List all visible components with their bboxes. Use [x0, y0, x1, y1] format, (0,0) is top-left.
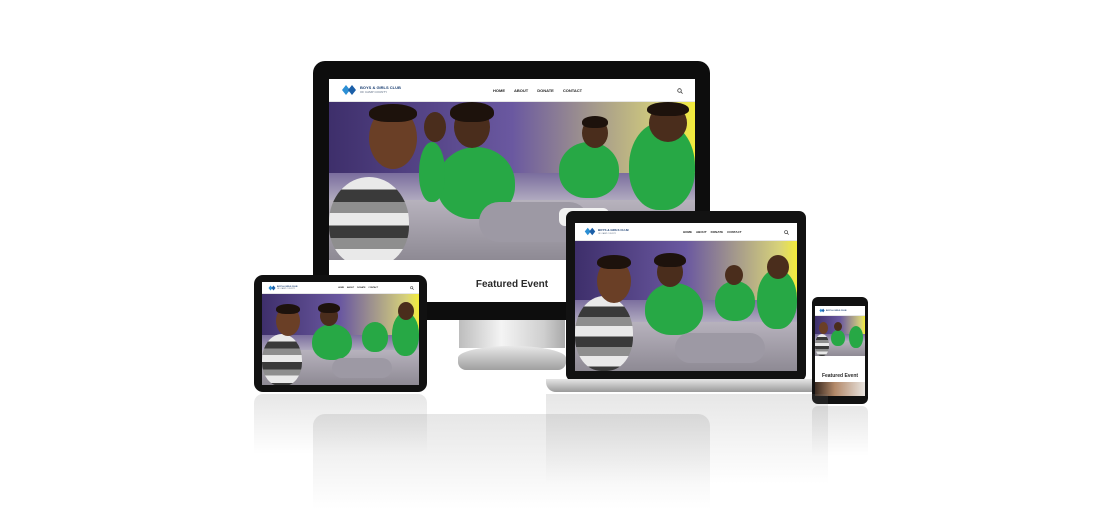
nav-about[interactable]: ABOUT [347, 287, 354, 289]
laptop-menu: HOME ABOUT DONATE CONTACT [683, 230, 742, 234]
laptop-reflection [546, 394, 828, 484]
laptop-base [546, 379, 828, 392]
nav-home[interactable]: HOME [338, 287, 344, 289]
logo-subtitle: OF CAMP COUNTY [277, 287, 296, 290]
featured-heading: Featured Event [475, 279, 549, 290]
nav-home[interactable]: HOME [683, 230, 692, 234]
tablet-logo[interactable]: BOYS & GIRLS CLUB OF CAMP COUNTY [268, 285, 297, 291]
laptop-navbar: BOYS & GIRLS CLUB OF CAMP COUNTY HOME AB… [575, 223, 797, 241]
phone-screen: BOYS & GIRLS CLUB Featured Event [815, 306, 865, 396]
logo-title: BOYS & GIRLS CLUB [598, 227, 629, 232]
nav-donate[interactable]: DONATE [357, 287, 365, 289]
club-logo-icon [819, 308, 825, 313]
tablet-menu: HOME ABOUT DONATE CONTACT [338, 287, 378, 289]
monitor-neck [459, 320, 565, 348]
nav-about[interactable]: ABOUT [696, 230, 707, 234]
phone-hero-photo [815, 316, 865, 356]
phone: BOYS & GIRLS CLUB Featured Event [812, 297, 868, 404]
phone-featured-section: Featured Event [815, 356, 865, 382]
nav-contact[interactable]: CONTACT [727, 230, 741, 234]
nav-contact[interactable]: CONTACT [563, 88, 582, 93]
nav-donate[interactable]: DONATE [711, 230, 723, 234]
monitor-base [458, 346, 566, 370]
laptop-lid: BOYS & GIRLS CLUB OF CAMP COUNTY HOME AB… [566, 211, 806, 381]
search-icon[interactable] [677, 88, 683, 94]
laptop-screen: BOYS & GIRLS CLUB OF CAMP COUNTY HOME AB… [575, 223, 797, 371]
club-logo-icon [342, 85, 356, 95]
club-logo-icon [268, 285, 276, 290]
tablet-screen: BOYS & GIRLS CLUB OF CAMP COUNTY HOME AB… [262, 282, 419, 385]
desktop-logo[interactable]: BOYS & GIRLS CLUB OF CAMP COUNTY [341, 84, 401, 96]
logo-title: BOYS & GIRLS CLUB [826, 309, 847, 312]
club-logo-icon [584, 227, 596, 236]
logo-subtitle: OF CAMP COUNTY [360, 90, 388, 94]
laptop-logo[interactable]: BOYS & GIRLS CLUB OF CAMP COUNTY [584, 227, 629, 236]
nav-home[interactable]: HOME [493, 88, 505, 93]
featured-heading: Featured Event [821, 373, 859, 379]
search-icon[interactable] [784, 230, 789, 235]
tablet: BOYS & GIRLS CLUB OF CAMP COUNTY HOME AB… [254, 275, 427, 392]
laptop-hero-photo [575, 241, 797, 371]
nav-about[interactable]: ABOUT [514, 88, 528, 93]
phone-logo[interactable]: BOYS & GIRLS CLUB [819, 308, 846, 313]
tablet-navbar: BOYS & GIRLS CLUB OF CAMP COUNTY HOME AB… [262, 282, 419, 294]
tablet-hero-photo [262, 294, 419, 385]
nav-contact[interactable]: CONTACT [368, 287, 378, 289]
logo-subtitle: OF CAMP COUNTY [598, 232, 617, 235]
nav-donate[interactable]: DONATE [537, 88, 554, 93]
phone-reflection [812, 406, 868, 456]
tablet-reflection [254, 394, 427, 454]
phone-navbar: BOYS & GIRLS CLUB [815, 306, 865, 316]
search-icon[interactable] [410, 286, 414, 290]
desktop-menu: HOME ABOUT DONATE CONTACT [493, 88, 582, 93]
desktop-navbar: BOYS & GIRLS CLUB OF CAMP COUNTY HOME AB… [329, 79, 695, 102]
